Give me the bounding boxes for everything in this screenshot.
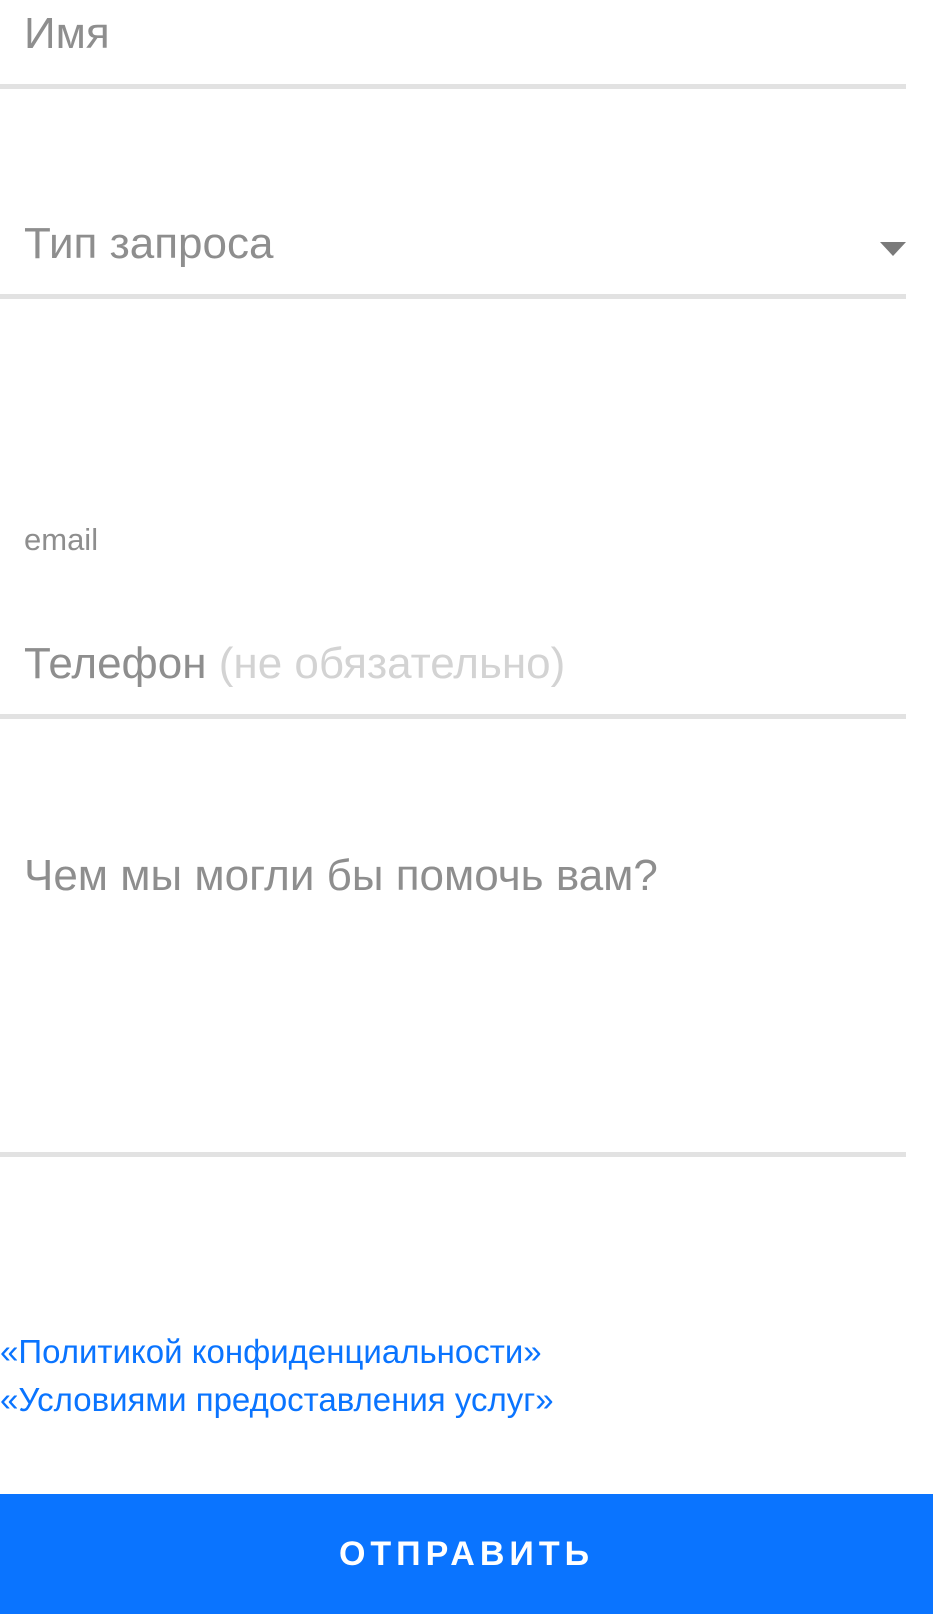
- name-placeholder: Имя: [24, 9, 110, 58]
- message-field-underline: [0, 1152, 906, 1157]
- email-field[interactable]: email: [24, 522, 98, 558]
- email-label: email: [24, 522, 99, 557]
- phone-label: Телефон: [24, 639, 207, 688]
- name-field-underline: [0, 84, 906, 89]
- phone-placeholder: Телефон (не обязательно): [24, 638, 565, 690]
- terms-of-service-link[interactable]: «Условиями предоставления услуг»: [0, 1380, 554, 1420]
- submit-button[interactable]: ОТПРАВИТЬ: [0, 1494, 933, 1614]
- request-type-underline: [0, 294, 906, 299]
- phone-optional-hint: (не обязательно): [218, 639, 566, 688]
- phone-field-underline: [0, 714, 906, 719]
- message-placeholder: Чем мы могли бы помочь вам?: [24, 851, 658, 900]
- chevron-down-icon[interactable]: [880, 242, 906, 256]
- privacy-policy-link[interactable]: «Политикой конфиденциальности»: [0, 1332, 542, 1372]
- request-type-placeholder: Тип запроса: [24, 219, 274, 268]
